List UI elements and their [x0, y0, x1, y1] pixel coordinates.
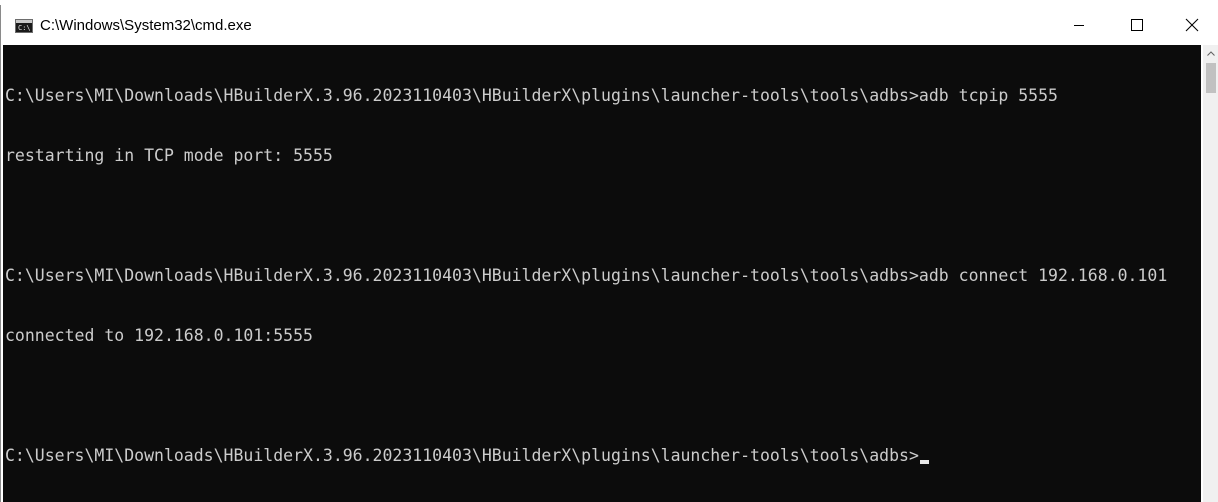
console-line: C:\Users\MI\Downloads\HBuilderX.3.96.202… [5, 266, 1168, 285]
console-line: connected to 192.168.0.101:5555 [5, 326, 313, 345]
console-line: C:\Users\MI\Downloads\HBuilderX.3.96.202… [5, 86, 1058, 105]
text-cursor [919, 460, 929, 464]
cmd-console-icon[interactable]: C:\ [15, 19, 33, 33]
icon-prompt-glyph: C:\ [18, 24, 31, 32]
prompt-text: C:\Users\MI\Downloads\HBuilderX.3.96.202… [5, 446, 919, 465]
console-line: restarting in TCP mode port: 5555 [5, 146, 333, 165]
console-output-area[interactable]: C:\Users\MI\Downloads\HBuilderX.3.96.202… [3, 45, 1201, 502]
scroll-thumb[interactable] [1206, 63, 1216, 93]
cmd-window: C:\ C:\Windows\System32\cmd.exe C:\Users… [0, 5, 1218, 502]
vertical-scrollbar[interactable] [1203, 45, 1218, 502]
console-prompt-line[interactable]: C:\Users\MI\Downloads\HBuilderX.3.96.202… [5, 446, 1167, 466]
console-text: C:\Users\MI\Downloads\HBuilderX.3.96.202… [5, 46, 1167, 502]
chevron-up-icon [1207, 51, 1215, 56]
maximize-icon [1131, 19, 1143, 31]
minimize-button[interactable] [1050, 5, 1108, 45]
maximize-button[interactable] [1108, 5, 1166, 45]
title-bar[interactable]: C:\ C:\Windows\System32\cmd.exe [1, 5, 1218, 45]
close-button[interactable] [1165, 5, 1218, 45]
window-title: C:\Windows\System32\cmd.exe [40, 17, 252, 34]
close-icon [1185, 18, 1199, 32]
scroll-up-button[interactable] [1203, 45, 1218, 62]
minimize-icon [1074, 25, 1084, 26]
